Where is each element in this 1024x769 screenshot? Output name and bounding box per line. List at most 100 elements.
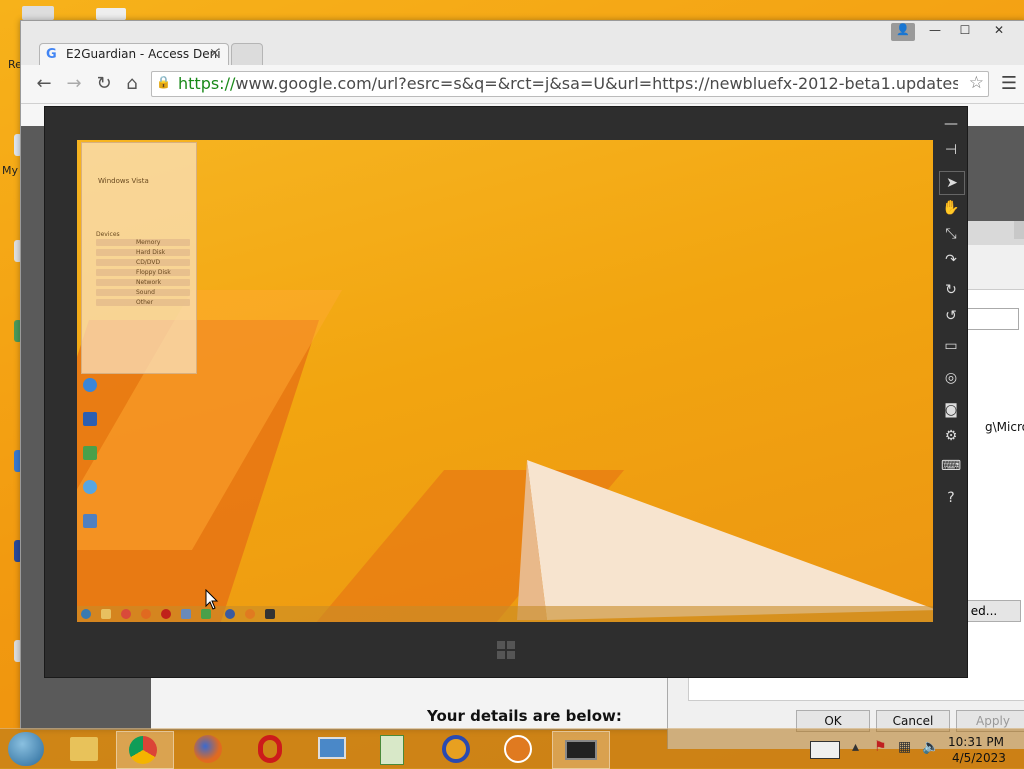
vm-device-row[interactable]: Other: [96, 299, 190, 306]
vm-viewer-window: Windows Vista Devices Memory Hard Disk C…: [44, 106, 968, 678]
maximize-button[interactable]: ☐: [951, 23, 979, 39]
vm-app-icon[interactable]: [245, 609, 255, 619]
help-icon[interactable]: ?: [939, 487, 963, 509]
back-arrow-icon[interactable]: ←: [33, 73, 55, 95]
tab-bar: G E2Guardian - Access Deni × 👤 — ☐ ✕: [21, 21, 1024, 66]
monitor-icon: [565, 740, 597, 760]
keyboard-icon[interactable]: [810, 741, 840, 759]
mouse-cursor-icon: [205, 589, 219, 610]
app-icon: [380, 735, 404, 765]
vm-ie-icon[interactable]: [83, 378, 97, 392]
computer-icon: [318, 737, 346, 759]
taskbar-audio[interactable]: [428, 731, 484, 767]
clock-time[interactable]: 10:31 PM: [948, 735, 1004, 749]
taskbar: ▴ ⚑ ▦ 🔈 10:31 PM 4/5/2023: [0, 728, 1024, 769]
headphones-icon: [442, 735, 470, 763]
url-scheme: https://: [178, 74, 236, 93]
vm-device-row[interactable]: CD/DVD: [96, 259, 190, 266]
vm-device-row[interactable]: Hard Disk: [96, 249, 190, 256]
vm-headphones-icon[interactable]: [225, 609, 235, 619]
menu-icon[interactable]: ☰: [1001, 73, 1017, 94]
minimize-icon[interactable]: —: [939, 113, 963, 135]
lock-icon: 🔒: [156, 75, 171, 89]
bookmark-star-icon[interactable]: ☆: [969, 73, 984, 93]
taskbar-vm-viewer[interactable]: [552, 731, 610, 769]
forward-arrow-icon[interactable]: →: [63, 73, 85, 95]
flag-icon[interactable]: ⚑: [874, 739, 887, 755]
vm-device-row[interactable]: Floppy Disk: [96, 269, 190, 276]
dialog-close-button[interactable]: ✕: [1014, 221, 1024, 239]
camera-icon[interactable]: ◙: [939, 399, 963, 421]
chrome-icon: [129, 736, 157, 764]
vm-computer-icon[interactable]: [181, 609, 191, 619]
vm-device-row[interactable]: Network: [96, 279, 190, 286]
taskbar-computer[interactable]: [304, 731, 360, 767]
browser-toolbar: ← → ↻ ⌂ 🔒 https://www.google.com/url?esr…: [21, 65, 1024, 104]
app-icon: [504, 735, 532, 763]
user-icon[interactable]: 👤: [891, 23, 915, 41]
minimize-button[interactable]: —: [921, 23, 949, 39]
home-icon[interactable]: ⌂: [121, 73, 143, 95]
vm-monitor-icon[interactable]: [83, 514, 97, 528]
vm-device-row[interactable]: Sound: [96, 289, 190, 296]
wallpaper-white-shape: [517, 460, 933, 620]
desktop-top-icon[interactable]: [96, 8, 126, 20]
zoom-icon[interactable]: ⤡: [939, 223, 963, 245]
vm-device-row[interactable]: Memory: [96, 239, 190, 246]
chevron-up-icon[interactable]: ▴: [852, 739, 859, 755]
desktop-label-mycomputer: My: [2, 164, 19, 177]
pin-icon[interactable]: ⊣: [939, 139, 963, 161]
globe-icon[interactable]: ◎: [939, 367, 963, 389]
gear-icon[interactable]: ⚙: [939, 425, 963, 447]
vm-panel-section: Devices: [96, 231, 120, 238]
network-icon[interactable]: ▦: [898, 739, 911, 755]
google-icon: G: [46, 47, 57, 62]
vm-app-icon[interactable]: [83, 446, 97, 460]
keyboard-icon[interactable]: ⌨: [939, 455, 963, 477]
window-controls: 👤 — ☐ ✕: [891, 21, 1021, 41]
taskbar-firefox[interactable]: [180, 731, 236, 767]
vm-firefox-icon[interactable]: [141, 609, 151, 619]
vm-chrome-icon[interactable]: [121, 609, 131, 619]
url-path: www.google.com/url?esrc=s&q=&rct=j&sa=U&…: [235, 74, 958, 93]
tab-close-button[interactable]: ×: [209, 46, 220, 61]
new-tab-button[interactable]: [231, 43, 263, 66]
reload-icon[interactable]: ↻: [93, 73, 115, 95]
clock-date[interactable]: 4/5/2023: [952, 751, 1006, 765]
desktop-top-icon[interactable]: [22, 6, 54, 20]
swipe-icon[interactable]: ↷: [939, 249, 963, 271]
folder-icon: [70, 737, 98, 761]
vm-globe-icon[interactable]: [83, 480, 97, 494]
volume-muted-icon[interactable]: 🔈: [922, 739, 939, 755]
vm-panel-title: Windows Vista: [98, 177, 149, 185]
tab-title: E2Guardian - Access Deni: [66, 47, 221, 61]
rotate-ccw-icon[interactable]: ↺: [939, 305, 963, 327]
vm-opera-icon[interactable]: [161, 609, 171, 619]
rotate-cw-icon[interactable]: ↻: [939, 279, 963, 301]
vm-computer-icon[interactable]: [83, 412, 97, 426]
vm-explorer-icon[interactable]: [101, 609, 111, 619]
taskbar-explorer[interactable]: [56, 731, 112, 767]
tab-active[interactable]: G E2Guardian - Access Deni ×: [39, 43, 229, 66]
url-text: https://www.google.com/url?esrc=s&q=&rct…: [178, 74, 958, 93]
close-button[interactable]: ✕: [985, 23, 1013, 39]
taskbar-app[interactable]: [364, 731, 420, 767]
details-heading: Your details are below:: [427, 707, 622, 725]
windows-logo-icon[interactable]: [497, 641, 515, 659]
start-button[interactable]: [8, 732, 44, 766]
monitor-icon[interactable]: ▭: [939, 335, 963, 357]
hand-icon[interactable]: ✋: [939, 197, 963, 219]
vm-toolbar: — ⊣ ➤ ✋ ⤡ ↷ ↻ ↺ ▭ ◎ ◙ ⚙ ⌨ ?: [935, 107, 967, 527]
taskbar-opera[interactable]: [242, 731, 298, 767]
dialog-path-text: g\Micro: [985, 420, 1024, 434]
firefox-icon: [194, 735, 222, 763]
vm-monitor-icon[interactable]: [265, 609, 275, 619]
vm-screen[interactable]: Windows Vista Devices Memory Hard Disk C…: [77, 140, 933, 622]
taskbar-app2[interactable]: [490, 731, 546, 767]
vm-settings-panel[interactable]: Windows Vista Devices Memory Hard Disk C…: [81, 142, 197, 374]
opera-icon: [258, 735, 282, 763]
address-bar[interactable]: 🔒 https://www.google.com/url?esrc=s&q=&r…: [151, 71, 989, 97]
vm-start-icon[interactable]: [81, 609, 91, 619]
pointer-icon[interactable]: ➤: [939, 171, 965, 195]
taskbar-chrome[interactable]: [116, 731, 174, 769]
